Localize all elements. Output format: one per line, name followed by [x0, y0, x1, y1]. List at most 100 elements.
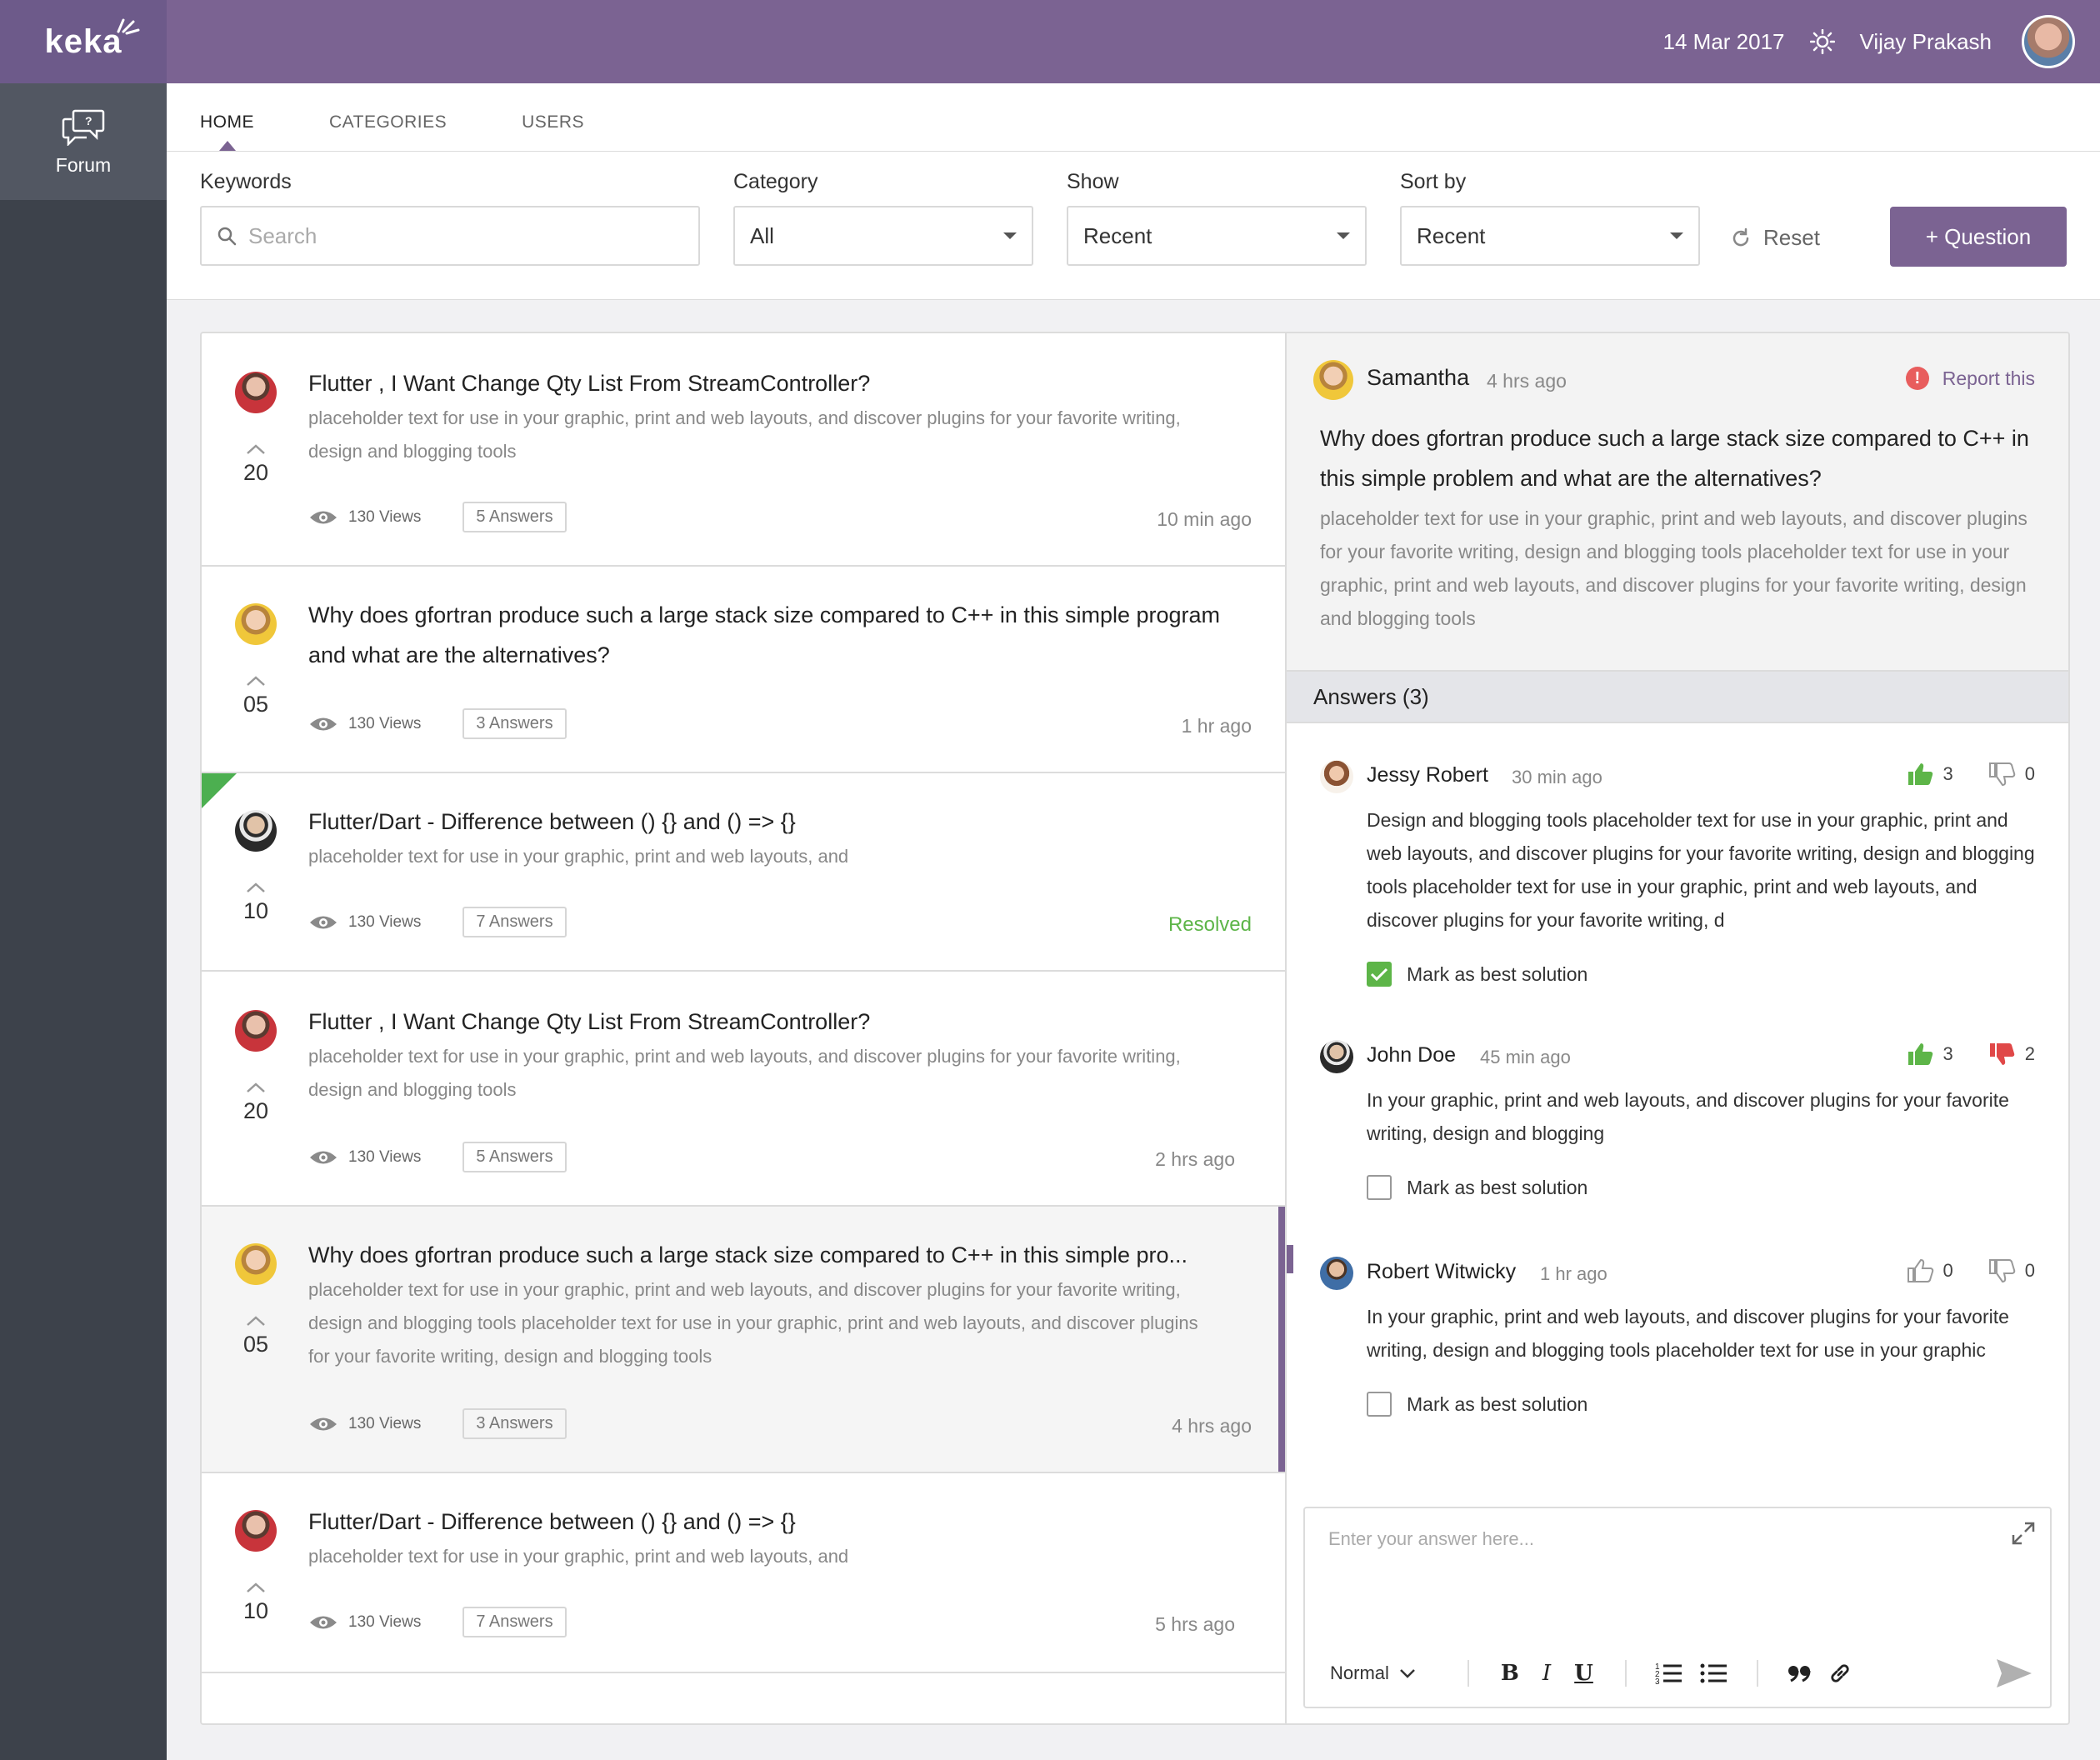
sun-icon — [1809, 29, 1835, 54]
tab-users[interactable]: USERS — [522, 112, 584, 151]
likes-count: 0 — [1942, 1260, 1953, 1281]
italic-button[interactable]: I — [1542, 1661, 1551, 1686]
caret-down-icon — [1003, 232, 1017, 239]
checkbox[interactable] — [1367, 1392, 1392, 1417]
thumbs-down-icon[interactable] — [1988, 1042, 2017, 1067]
user-name[interactable]: Vijay Prakash — [1860, 29, 1992, 55]
best-solution-label: Mark as best solution — [1407, 1176, 1588, 1198]
question-desc: placeholder text for use in your graphic… — [308, 846, 849, 867]
question-title[interactable]: Flutter/Dart - Difference between () {} … — [308, 1502, 1255, 1542]
tab-categories[interactable]: CATEGORIES — [329, 112, 447, 151]
question-title[interactable]: Flutter , I Want Change Qty List From St… — [308, 363, 1255, 403]
question-time: 10 min ago — [1157, 508, 1252, 530]
thumbs-down-icon[interactable] — [1988, 762, 2017, 787]
user-avatar[interactable] — [2022, 15, 2075, 68]
answer-editor[interactable]: Enter your answer here... Normal B I U 1… — [1303, 1507, 2052, 1708]
expand-icon[interactable] — [2010, 1520, 2037, 1547]
search-input[interactable]: Search — [200, 206, 700, 266]
bullet-list-icon[interactable] — [1700, 1661, 1728, 1686]
sort-label: Sort by — [1400, 170, 1467, 193]
views-count: 130 Views — [348, 1148, 422, 1166]
bold-button[interactable]: B — [1501, 1661, 1519, 1686]
question-item[interactable]: 10 Flutter/Dart - Difference between () … — [202, 773, 1285, 972]
question-item-selected[interactable]: 05 Why does gfortran produce such a larg… — [202, 1207, 1285, 1473]
show-filter: Show Recent — [1067, 170, 1367, 266]
quote-icon[interactable] — [1787, 1663, 1812, 1683]
theme-toggle[interactable] — [1809, 29, 1835, 54]
question-title[interactable]: Flutter , I Want Change Qty List From St… — [308, 1002, 1255, 1042]
upvote-icon[interactable] — [246, 1582, 266, 1593]
answer-author[interactable]: Robert Witwicky — [1367, 1260, 1516, 1284]
dislikes-count: 0 — [2024, 1260, 2035, 1281]
avatar — [235, 603, 277, 645]
ordered-list-icon[interactable]: 1 2 3 — [1655, 1661, 1683, 1686]
thumbs-up-icon[interactable] — [1907, 1258, 1935, 1283]
eye-icon — [310, 718, 337, 730]
sidebar-item-forum[interactable]: ? Forum — [0, 83, 167, 200]
views: 130 Views — [308, 913, 421, 932]
best-solution-label: Mark as best solution — [1407, 962, 1588, 985]
best-solution-checkbox[interactable]: Mark as best solution — [1367, 1392, 1588, 1417]
question-item[interactable]: 05 Why does gfortran produce such a larg… — [202, 567, 1285, 773]
question-title[interactable]: Why does gfortran produce such a large s… — [308, 595, 1255, 675]
logo-area[interactable]: keka — [0, 0, 167, 83]
refresh-icon — [1732, 228, 1749, 246]
send-icon[interactable] — [1995, 1658, 2033, 1689]
views: 130 Views — [308, 1613, 421, 1632]
question-meta: 130 Views 5 Answers — [308, 502, 567, 532]
question-title[interactable]: Flutter/Dart - Difference between () {} … — [308, 802, 1255, 842]
upvote-icon[interactable] — [246, 882, 266, 893]
views-count: 130 Views — [348, 1414, 422, 1432]
reset-button[interactable]: Reset — [1730, 225, 1820, 251]
question-meta: 130 Views 7 Answers — [308, 907, 567, 938]
vote-box: 20 — [235, 443, 277, 486]
vote-count: 05 — [242, 1332, 269, 1357]
sort-select[interactable]: Recent — [1400, 206, 1700, 266]
answer-author[interactable]: Jessy Robert — [1367, 763, 1488, 788]
underline-button[interactable]: U — [1574, 1661, 1593, 1686]
best-solution-checkbox[interactable]: Mark as best solution — [1367, 1175, 1588, 1200]
best-solution-checkbox[interactable]: Mark as best solution — [1367, 962, 1588, 987]
views: 130 Views — [308, 1415, 421, 1433]
show-select[interactable]: Recent — [1067, 206, 1367, 266]
vote-box: 10 — [235, 882, 277, 924]
report-label: Report this — [1942, 367, 2035, 389]
question-desc: placeholder text for use in your graphic… — [308, 408, 1181, 462]
thumbs-up-icon[interactable] — [1907, 762, 1935, 787]
eye-icon — [310, 916, 337, 928]
logo-text: keka — [44, 22, 122, 60]
answer-author[interactable]: John Doe — [1367, 1043, 1456, 1068]
question-time: 5 hrs ago — [1155, 1613, 1235, 1635]
caret-down-icon — [1337, 232, 1350, 239]
question-item[interactable]: 10 Flutter/Dart - Difference between () … — [202, 1473, 1285, 1673]
report-button[interactable]: ! Report this — [1905, 367, 2035, 390]
checkbox[interactable] — [1367, 1175, 1392, 1200]
upvote-icon[interactable] — [246, 1315, 266, 1327]
thumbs-down-icon[interactable] — [1988, 1258, 2017, 1283]
category-select[interactable]: All — [733, 206, 1033, 266]
link-icon[interactable] — [1828, 1662, 1852, 1685]
avatar — [1320, 1040, 1353, 1073]
tab-home[interactable]: HOME — [200, 112, 254, 151]
post-time: 4 hrs ago — [1487, 370, 1567, 392]
views-count: 130 Views — [348, 1612, 422, 1631]
chevron-down-icon — [1400, 1669, 1415, 1678]
check-icon — [1370, 968, 1388, 982]
thumbs-up-icon[interactable] — [1907, 1042, 1935, 1067]
upvote-icon[interactable] — [246, 675, 266, 687]
question-list: 20 Flutter , I Want Change Qty List From… — [202, 333, 1287, 1723]
format-select[interactable]: Normal — [1330, 1662, 1416, 1684]
question-item[interactable]: 20 Flutter , I Want Change Qty List From… — [202, 333, 1285, 567]
show-value: Recent — [1083, 222, 1152, 248]
question-title[interactable]: Why does gfortran produce such a large s… — [308, 1235, 1255, 1275]
question-item[interactable]: 20 Flutter , I Want Change Qty List From… — [202, 972, 1285, 1207]
add-question-button[interactable]: + Question — [1890, 207, 2067, 267]
checkbox-checked[interactable] — [1367, 962, 1392, 987]
search-icon — [218, 227, 237, 246]
upvote-icon[interactable] — [246, 1082, 266, 1093]
upvote-icon[interactable] — [246, 443, 266, 455]
sidebar: keka ? Forum — [0, 0, 167, 1760]
author-name[interactable]: Samantha — [1367, 365, 1469, 391]
question-time: 4 hrs ago — [1172, 1415, 1252, 1437]
vote-count: 10 — [242, 1598, 269, 1623]
